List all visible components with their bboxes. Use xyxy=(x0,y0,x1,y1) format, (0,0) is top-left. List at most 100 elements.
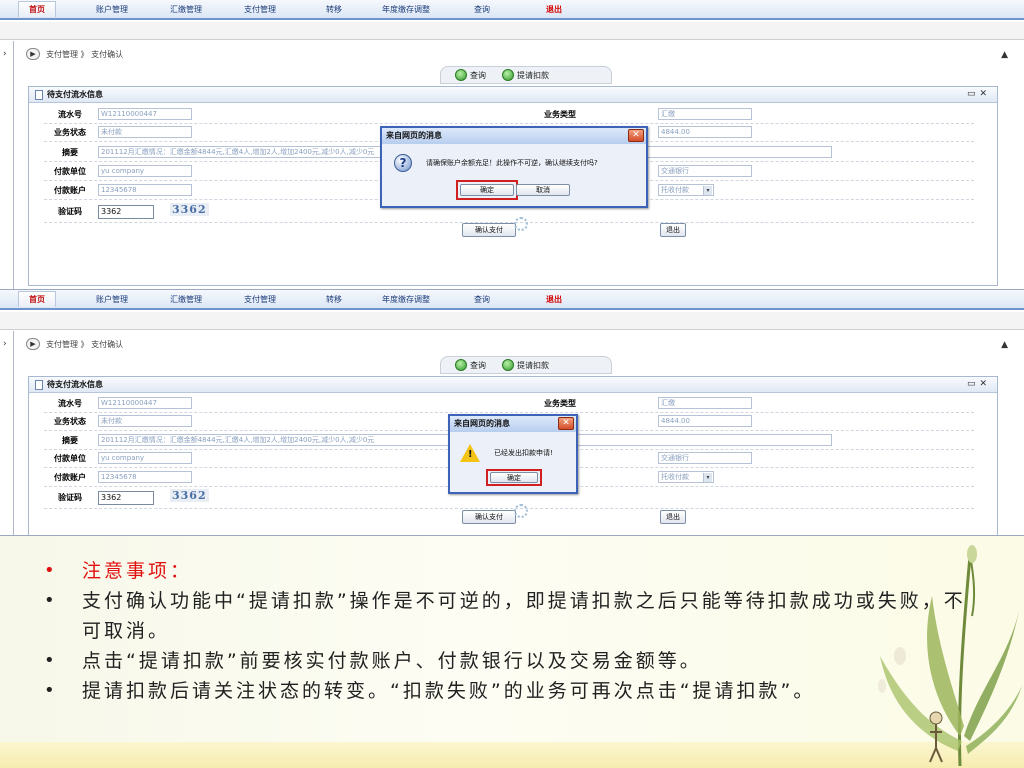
paymethod-select[interactable]: 托收付款 ▾ xyxy=(658,471,714,483)
summary-label: 摘要 xyxy=(62,148,78,157)
chevron-right-icon: › xyxy=(3,49,7,59)
query-icon xyxy=(455,69,467,81)
bottom-band xyxy=(0,742,1024,768)
nav-payment[interactable]: 支付管理 xyxy=(244,4,276,15)
loading-icon xyxy=(514,504,528,518)
exit-button[interactable]: 退出 xyxy=(660,510,686,524)
query-button[interactable]: 查询 xyxy=(455,69,486,81)
dialog-message: 已经发出扣款申请! xyxy=(494,449,553,457)
notes-list: • 注意事项： • 支付确认功能中“提请扣款”操作是不可逆的，即提请扣款之后只能等待… xyxy=(44,556,984,706)
amount-field[interactable]: 4844.00 xyxy=(658,415,752,427)
nav-account[interactable]: 账户管理 xyxy=(96,4,128,15)
deduct-icon xyxy=(502,359,514,371)
payer-field[interactable]: yu company xyxy=(98,452,192,464)
serial-label: 流水号 xyxy=(58,110,82,119)
submit-deduct-button[interactable]: 提请扣款 xyxy=(502,69,549,81)
screenshot-success-dialog: 首页 账户管理 汇缴管理 支付管理 转移 年度缴存调整 查询 退出 › ▶ 支付… xyxy=(0,290,1024,536)
question-icon: ? xyxy=(394,154,412,172)
notes-heading: • 注意事项： xyxy=(44,560,193,582)
amount-field[interactable]: 4844.00 xyxy=(658,126,752,138)
biztype-field[interactable]: 汇缴 xyxy=(658,397,752,409)
captcha-input[interactable]: 3362 xyxy=(98,205,154,219)
screenshot-confirm-dialog: 首页 账户管理 汇缴管理 支付管理 转移 年度缴存调整 查询 退出 › ▶ 支付… xyxy=(0,0,1024,290)
document-icon xyxy=(35,89,43,100)
submit-deduct-button[interactable]: 提请扣款 xyxy=(502,359,549,371)
sidebar-collapse[interactable]: › xyxy=(0,41,14,289)
nav-payment[interactable]: 支付管理 xyxy=(244,294,276,305)
play-icon[interactable]: ▶ xyxy=(26,48,40,60)
biztype-label: 业务类型 xyxy=(544,399,576,408)
success-dialog: 来自网页的消息 ✕ ! 已经发出扣款申请! 确定 xyxy=(448,414,578,494)
warning-icon: ! xyxy=(460,444,480,462)
summary-label: 摘要 xyxy=(62,436,78,445)
payer-field[interactable]: yu company xyxy=(98,165,192,177)
sidebar-collapse[interactable]: › xyxy=(0,331,14,535)
deduct-icon xyxy=(502,69,514,81)
paymethod-select[interactable]: 托收付款 ▾ xyxy=(658,184,714,196)
row-divider xyxy=(44,412,974,413)
nav-home[interactable]: 首页 xyxy=(18,291,56,307)
close-icon[interactable]: ✕ xyxy=(628,129,644,142)
document-icon xyxy=(35,379,43,390)
nav-annual-adjust[interactable]: 年度缴存调整 xyxy=(382,4,430,15)
bank-field[interactable]: 交通银行 xyxy=(658,165,752,177)
action-toolbar: 查询 提请扣款 xyxy=(440,66,612,84)
captcha-image[interactable]: 3362 xyxy=(170,489,209,502)
confirm-dialog: 来自网页的消息 ✕ ? 请确保账户余额充足！此操作不可逆，确认继续支付吗? 确定 … xyxy=(380,126,648,208)
scroll-up-icon[interactable]: ▲ xyxy=(1001,50,1008,60)
serial-field[interactable]: W12110000447 xyxy=(98,108,192,120)
play-icon[interactable]: ▶ xyxy=(26,338,40,350)
note-item: • 支付确认功能中“提请扣款”操作是不可逆的，即提请扣款之后只能等待扣款成功或失败… xyxy=(44,590,966,642)
nav-exit[interactable]: 退出 xyxy=(546,294,562,305)
panel-header: 待支付流水信息 ▭✕ xyxy=(29,87,997,103)
payer-label: 付款单位 xyxy=(54,454,86,463)
nav-query[interactable]: 查询 xyxy=(474,294,490,305)
scroll-up-icon[interactable]: ▲ xyxy=(1001,340,1008,350)
status-field[interactable]: 未付款 xyxy=(98,126,192,138)
account-field[interactable]: 12345678 xyxy=(98,184,192,196)
dialog-title: 来自网页的消息 ✕ xyxy=(382,128,646,144)
bank-field[interactable]: 交通银行 xyxy=(658,452,752,464)
breadcrumb-text: 支付管理 》 支付确认 xyxy=(46,339,124,349)
chevron-down-icon: ▾ xyxy=(703,473,712,482)
toolbar-strip xyxy=(0,22,1024,40)
status-label: 业务状态 xyxy=(54,128,86,137)
nav-annual-adjust[interactable]: 年度缴存调整 xyxy=(382,294,430,305)
nav-remit[interactable]: 汇缴管理 xyxy=(170,294,202,305)
payer-label: 付款单位 xyxy=(54,167,86,176)
captcha-image[interactable]: 3362 xyxy=(170,203,209,216)
nav-exit[interactable]: 退出 xyxy=(546,4,562,15)
chevron-down-icon: ▾ xyxy=(703,186,712,195)
exit-button[interactable]: 退出 xyxy=(660,223,686,237)
confirm-pay-button[interactable]: 确认支付 xyxy=(462,510,516,524)
query-button[interactable]: 查询 xyxy=(455,359,486,371)
status-field[interactable]: 未付款 xyxy=(98,415,192,427)
row-divider xyxy=(44,123,974,124)
note-item: • 点击“提请扣款”前要核实付款账户、付款银行以及交易金额等。 xyxy=(44,650,702,672)
nav-home[interactable]: 首页 xyxy=(18,1,56,17)
panel-controls[interactable]: ▭✕ xyxy=(967,89,991,99)
captcha-label: 验证码 xyxy=(58,207,82,216)
account-field[interactable]: 12345678 xyxy=(98,471,192,483)
nav-transfer[interactable]: 转移 xyxy=(326,4,342,15)
cancel-button[interactable]: 取消 xyxy=(516,184,570,196)
panel-title: 待支付流水信息 xyxy=(47,90,103,99)
biztype-field[interactable]: 汇缴 xyxy=(658,108,752,120)
breadcrumb: ▶ 支付管理 》 支付确认 xyxy=(26,48,123,60)
nav-remit[interactable]: 汇缴管理 xyxy=(170,4,202,15)
nav-query[interactable]: 查询 xyxy=(474,4,490,15)
close-icon[interactable]: ✕ xyxy=(558,417,574,430)
row-divider xyxy=(44,508,974,509)
nav-account[interactable]: 账户管理 xyxy=(96,294,128,305)
panel-controls[interactable]: ▭✕ xyxy=(967,379,991,389)
loading-icon xyxy=(514,217,528,231)
panel-header: 待支付流水信息 ▭✕ xyxy=(29,377,997,393)
panel-title: 待支付流水信息 xyxy=(47,380,103,389)
serial-field[interactable]: W12110000447 xyxy=(98,397,192,409)
nav-transfer[interactable]: 转移 xyxy=(326,294,342,305)
query-icon xyxy=(455,359,467,371)
note-item: • 提请扣款后请关注状态的转变。“扣款失败”的业务可再次点击“提请扣款”。 xyxy=(44,680,816,702)
captcha-input[interactable]: 3362 xyxy=(98,491,154,505)
dialog-message: 请确保账户余额充足！此操作不可逆，确认继续支付吗? xyxy=(426,159,598,167)
confirm-pay-button[interactable]: 确认支付 xyxy=(462,223,516,237)
